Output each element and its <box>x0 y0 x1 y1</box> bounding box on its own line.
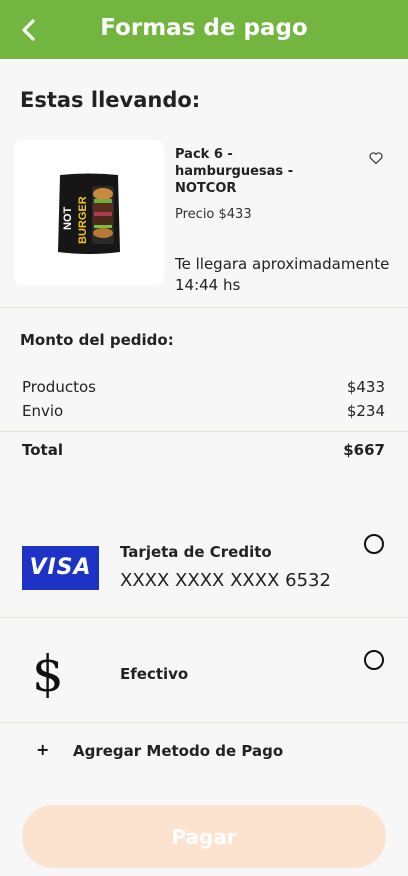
divider <box>0 431 408 432</box>
products-value: $433 <box>346 378 385 396</box>
card-number: XXXX XXXX XXXX 6532 <box>120 570 331 591</box>
divider <box>0 722 408 723</box>
total-value: $667 <box>343 441 385 459</box>
divider <box>0 307 408 308</box>
card-radio[interactable] <box>364 534 384 554</box>
product-price: Precio $433 <box>175 207 252 222</box>
visa-logo-text: VISA <box>29 555 92 580</box>
product-name: Pack 6 - hamburguesas - NOTCOR <box>175 147 294 196</box>
product-image-text-bottom: BURGER <box>77 196 89 244</box>
pay-button[interactable]: Pagar <box>22 805 386 868</box>
card-method-label: Tarjeta de Credito <box>120 543 272 561</box>
top-bar: Formas de pago <box>0 0 408 59</box>
total-label: Total <box>22 441 63 459</box>
summary-heading: Estas llevando: <box>20 88 201 112</box>
divider <box>0 617 408 618</box>
products-label: Productos <box>22 378 96 396</box>
visa-logo: VISA <box>22 546 99 590</box>
order-heading: Monto del pedido: <box>20 331 174 349</box>
cash-method-label: Efectivo <box>120 665 189 683</box>
product-image-text-top: NOT <box>62 207 74 231</box>
shipping-value: $234 <box>346 402 385 420</box>
cash-radio[interactable] <box>364 650 384 670</box>
shipping-label: Envio <box>22 402 64 420</box>
product-image-card[interactable]: NOT BURGER <box>14 140 164 285</box>
product-image: NOT BURGER <box>58 173 120 254</box>
page-title: Formas de pago <box>100 15 308 41</box>
delivery-eta: Te llegara aproximadamente 14:44 hs <box>175 255 390 294</box>
add-payment-method-label: Agregar Metodo de Pago <box>73 742 284 760</box>
plus-icon: + <box>36 740 50 759</box>
heart-icon <box>369 152 383 165</box>
favorite-button[interactable] <box>368 150 384 166</box>
dollar-icon: $ <box>32 645 64 703</box>
